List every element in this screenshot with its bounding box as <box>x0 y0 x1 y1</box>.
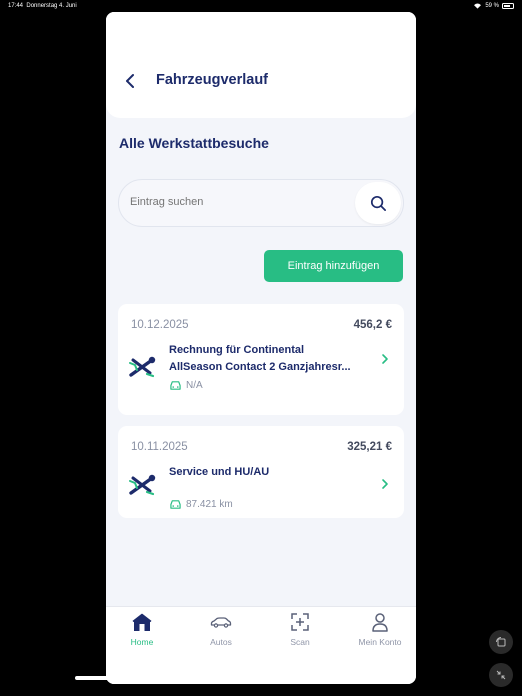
car-icon <box>170 381 181 390</box>
app-window: Fahrzeugverlauf Alle Werkstattbesuche Ei… <box>106 12 416 684</box>
page-title: Fahrzeugverlauf <box>156 72 268 88</box>
list-item[interactable]: 10.12.2025 456,2 € Rechnung für Continen… <box>118 304 404 415</box>
entry-date: 10.11.2025 <box>131 441 188 453</box>
search-input[interactable] <box>130 196 330 208</box>
chevron-right-icon <box>382 479 388 489</box>
tools-icon <box>129 474 156 496</box>
entry-amount: 456,2 € <box>353 319 392 331</box>
chevron-right-icon <box>382 354 388 364</box>
tab-label: Scan <box>290 637 310 647</box>
section-title: Alle Werkstattbesuche <box>119 135 269 151</box>
chevron-left-icon <box>126 74 134 88</box>
battery-percent: 59 % <box>485 2 499 9</box>
status-date: Donnerstag 4. Juni <box>26 3 77 9</box>
search-bar <box>118 179 404 227</box>
tab-label: Mein Konto <box>358 637 402 647</box>
entry-title-line2: AllSeason Contact 2 Ganzjahresr... <box>169 361 351 373</box>
entry-title-line1: Service und HU/AU <box>169 466 270 478</box>
search-icon <box>370 195 386 211</box>
search-button[interactable] <box>355 182 401 224</box>
car-icon <box>170 500 181 509</box>
entry-amount: 325,21 € <box>347 441 392 453</box>
tab-account[interactable]: Mein Konto <box>345 611 415 655</box>
tab-label: Home <box>130 637 154 647</box>
status-time: 17:44 <box>8 3 24 9</box>
scan-icon <box>291 613 309 631</box>
wifi-icon <box>474 3 482 9</box>
home-icon <box>132 613 152 631</box>
minimize-button[interactable] <box>489 663 513 687</box>
entry-date: 10.12.2025 <box>131 319 189 331</box>
battery-icon <box>502 2 514 9</box>
user-icon <box>372 613 388 632</box>
tab-label: Autos <box>210 637 232 647</box>
rotate-icon <box>496 637 506 647</box>
tab-scan[interactable]: Scan <box>265 611 335 655</box>
entry-title-line1: Rechnung für Continental <box>169 344 305 356</box>
header: Fahrzeugverlauf <box>106 12 416 118</box>
entry-mileage: 87.421 km <box>186 499 233 510</box>
collapse-icon <box>496 670 506 680</box>
tools-icon <box>129 356 156 378</box>
status-bar: 17:44 Donnerstag 4. Juni 59 % <box>0 0 522 12</box>
rotate-button[interactable] <box>489 630 513 654</box>
home-indicator[interactable] <box>75 676 235 680</box>
tab-bar: Home Autos Scan Mein Konto <box>106 606 416 684</box>
tab-autos[interactable]: Autos <box>186 611 256 655</box>
car-icon <box>210 617 232 628</box>
tab-home[interactable]: Home <box>107 611 177 655</box>
entry-mileage: N/A <box>186 380 203 391</box>
add-entry-button[interactable]: Eintrag hinzufügen <box>264 250 403 282</box>
list-item[interactable]: 10.11.2025 325,21 € Service und HU/AU 87… <box>118 426 404 518</box>
back-button[interactable] <box>120 70 140 92</box>
